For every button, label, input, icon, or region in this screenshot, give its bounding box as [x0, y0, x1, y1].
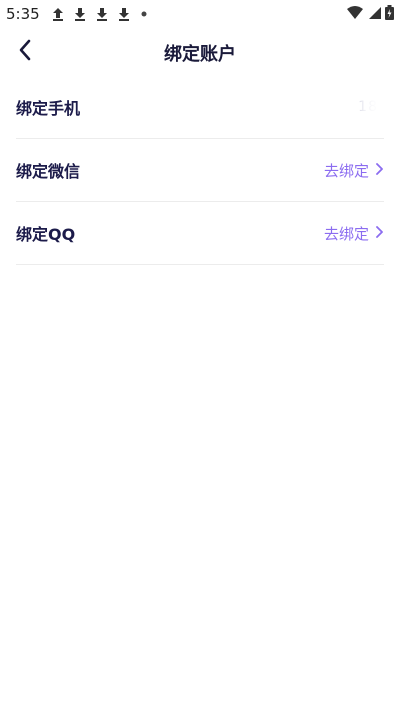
nav-bar: 绑定账户 [0, 28, 400, 76]
upload-icon [52, 7, 64, 21]
row-right: 18 [358, 99, 384, 115]
bind-qq-row[interactable]: 绑定QQ 去绑定 [16, 202, 384, 265]
download-icon [96, 7, 108, 21]
page-title: 绑定账户 [164, 44, 236, 65]
row-right: 去绑定 [324, 160, 384, 181]
row-label: 绑定QQ [16, 225, 76, 244]
bind-wechat-row[interactable]: 绑定微信 去绑定 [16, 139, 384, 202]
phone-number-value: 18 [358, 99, 378, 115]
signal-icon [367, 6, 381, 24]
dot-icon [140, 10, 148, 18]
chevron-right-icon [375, 161, 384, 180]
bind-list: 绑定手机 18 绑定微信 去绑定 绑定QQ 去绑定 [16, 76, 384, 265]
row-right: 去绑定 [324, 223, 384, 244]
download-icon [74, 7, 86, 21]
row-label: 绑定手机 [16, 99, 81, 118]
bind-action-link[interactable]: 去绑定 [324, 223, 369, 244]
bind-account-screen: 5:35 绑定账户 绑定手机 18 绑定微信 去绑定 绑定QQ 去绑定 [0, 0, 400, 711]
wifi-icon [347, 5, 363, 24]
status-bar: 5:35 [0, 0, 400, 28]
download-icon [118, 7, 130, 21]
row-label: 绑定微信 [16, 162, 81, 181]
chevron-right-icon [375, 224, 384, 243]
bind-phone-row[interactable]: 绑定手机 18 [16, 76, 384, 139]
battery-icon [385, 5, 394, 24]
status-right-icons [347, 5, 394, 24]
bind-action-link[interactable]: 去绑定 [324, 160, 369, 181]
status-time: 5:35 [6, 5, 40, 23]
notification-icons [52, 7, 148, 21]
